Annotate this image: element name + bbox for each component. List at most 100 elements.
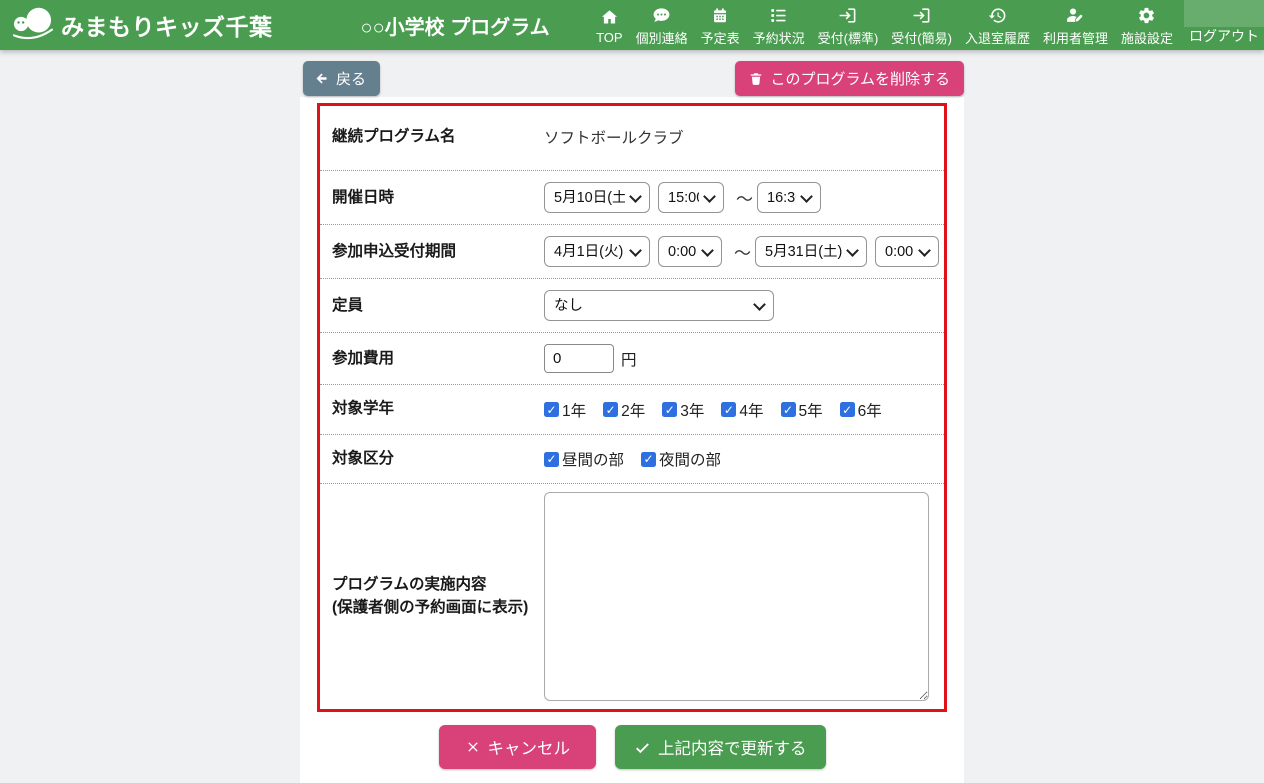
update-label: 上記内容で更新する [658, 735, 807, 759]
grade-3-label: 3年 [680, 399, 704, 421]
checkbox-checked-icon [544, 452, 559, 467]
period-start-time-select[interactable]: 0:00 [658, 236, 722, 267]
capacity-label: 定員 [332, 295, 544, 317]
nav-item-facility-settings[interactable]: 施設設定 [1118, 4, 1176, 47]
form-row-schedule: 開催日時 5月10日(土) 15:00 〜 16:30 [320, 171, 944, 225]
nav-item-schedule[interactable]: 予定表 [698, 4, 743, 47]
nav-label: 受付(標準) [818, 28, 879, 47]
nav-label: 予約状況 [753, 28, 805, 47]
fee-input[interactable] [544, 344, 614, 373]
program-name-value: ソフトボールクラブ [544, 126, 684, 148]
form-row-description: プログラムの実施内容 (保護者側の予約画面に表示) [320, 484, 944, 709]
categories-label: 対象区分 [332, 448, 544, 470]
category-daytime-checkbox[interactable]: 昼間の部 [544, 448, 624, 470]
nav-label: 施設設定 [1121, 28, 1173, 47]
grade-2-checkbox[interactable]: 2年 [603, 399, 645, 421]
nav-item-user-management[interactable]: 利用者管理 [1040, 4, 1111, 47]
nav-item-reception-standard[interactable]: 受付(標準) [815, 4, 882, 47]
nav-label: 受付(簡易) [891, 28, 952, 47]
grade-2-label: 2年 [621, 399, 645, 421]
nav-item-reception-simple[interactable]: 受付(簡易) [888, 4, 955, 47]
check-icon [634, 739, 651, 756]
sign-in-icon [838, 6, 857, 26]
back-label: 戻る [336, 68, 366, 89]
program-form-panel: 継続プログラム名 ソフトボールクラブ 開催日時 5月10日(土) 15:00 〜… [317, 103, 947, 712]
history-icon [988, 6, 1007, 26]
fee-unit: 円 [621, 348, 637, 370]
back-button[interactable]: 戻る [303, 61, 380, 96]
x-icon [465, 739, 481, 755]
form-row-categories: 対象区分 昼間の部 夜間の部 [320, 435, 944, 484]
grade-5-label: 5年 [799, 399, 823, 421]
schedule-end-time-select[interactable]: 16:30 [757, 182, 821, 213]
logout-button[interactable]: ログアウト [1184, 0, 1264, 50]
checkbox-checked-icon [840, 402, 855, 417]
form-row-capacity: 定員 なし [320, 279, 944, 333]
description-textarea[interactable] [544, 492, 929, 701]
grade-6-checkbox[interactable]: 6年 [840, 399, 882, 421]
header: みまもりキッズ千葉 ○○小学校 プログラム TOP 個別連絡 予定表 [0, 0, 1264, 50]
grades-label: 対象学年 [332, 398, 544, 420]
nav-item-reservation-status[interactable]: 予約状況 [750, 4, 808, 47]
sign-in-icon [912, 6, 931, 26]
nav-item-top[interactable]: TOP [593, 6, 626, 45]
checkbox-checked-icon [781, 402, 796, 417]
period-label: 参加申込受付期間 [332, 241, 544, 263]
fee-label: 参加費用 [332, 348, 544, 370]
logout-highlight [1184, 0, 1264, 27]
header-nav: TOP 個別連絡 予定表 予約状況 [593, 4, 1176, 47]
tilde-separator: 〜 [736, 185, 753, 210]
form-actions: キャンセル 上記内容で更新する [317, 712, 947, 769]
category-evening-checkbox[interactable]: 夜間の部 [641, 448, 721, 470]
grade-3-checkbox[interactable]: 3年 [662, 399, 704, 421]
nav-item-entry-exit-history[interactable]: 入退室履歴 [962, 4, 1033, 47]
nav-item-individual-contact[interactable]: 個別連絡 [633, 4, 691, 47]
grade-5-checkbox[interactable]: 5年 [781, 399, 823, 421]
mascot-icon [12, 4, 54, 47]
update-button[interactable]: 上記内容で更新する [615, 725, 826, 769]
nav-label: 個別連絡 [636, 28, 688, 47]
checkbox-checked-icon [641, 452, 656, 467]
category-daytime-label: 昼間の部 [562, 448, 624, 470]
form-row-fee: 参加費用 円 [320, 333, 944, 385]
logout-label: ログアウト [1189, 26, 1259, 50]
arrow-left-icon [314, 71, 329, 86]
grade-6-label: 6年 [858, 399, 882, 421]
checkbox-checked-icon [544, 402, 559, 417]
description-label: プログラムの実施内容 (保護者側の予約画面に表示) [332, 574, 544, 619]
schedule-start-time-select[interactable]: 15:00 [658, 182, 724, 213]
nav-label: TOP [596, 30, 623, 45]
tilde-separator: 〜 [734, 239, 751, 264]
grade-4-label: 4年 [739, 399, 763, 421]
cancel-button[interactable]: キャンセル [439, 725, 597, 769]
period-start-date-select[interactable]: 4月1日(火) [544, 236, 650, 267]
checkbox-checked-icon [603, 402, 618, 417]
checkbox-checked-icon [721, 402, 736, 417]
brand-logo[interactable]: みまもりキッズ千葉 [12, 4, 273, 47]
user-edit-icon [1065, 6, 1085, 26]
delete-program-button[interactable]: このプログラムを削除する [735, 61, 964, 96]
description-label-line2: (保護者側の予約画面に表示) [332, 597, 544, 619]
content-column: 継続プログラム名 ソフトボールクラブ 開催日時 5月10日(土) 15:00 〜… [300, 97, 964, 783]
period-end-date-select[interactable]: 5月31日(土) [755, 236, 867, 267]
schedule-label: 開催日時 [332, 187, 544, 209]
program-name-label: 継続プログラム名 [332, 126, 544, 148]
gear-icon [1137, 6, 1156, 26]
page-title: ○○小学校 プログラム [361, 11, 550, 40]
schedule-date-select[interactable]: 5月10日(土) [544, 182, 650, 213]
period-end-time-select[interactable]: 0:00 [875, 236, 939, 267]
form-row-program-name: 継続プログラム名 ソフトボールクラブ [320, 106, 944, 171]
delete-label: このプログラムを削除する [770, 68, 950, 89]
description-label-line1: プログラムの実施内容 [332, 574, 544, 596]
checkbox-checked-icon [662, 402, 677, 417]
form-row-grades: 対象学年 1年 2年 3年 4年 5年 6年 [320, 385, 944, 434]
home-icon [600, 8, 619, 28]
nav-label: 利用者管理 [1043, 28, 1108, 47]
app: みまもりキッズ千葉 ○○小学校 プログラム TOP 個別連絡 予定表 [0, 0, 1264, 783]
capacity-select[interactable]: なし [544, 290, 774, 321]
form-row-application-period: 参加申込受付期間 4月1日(火) 0:00 〜 5月31日(土) 0:00 [320, 225, 944, 279]
calendar-icon [711, 6, 729, 26]
trash-icon [749, 71, 763, 86]
grade-1-checkbox[interactable]: 1年 [544, 399, 586, 421]
grade-4-checkbox[interactable]: 4年 [721, 399, 763, 421]
